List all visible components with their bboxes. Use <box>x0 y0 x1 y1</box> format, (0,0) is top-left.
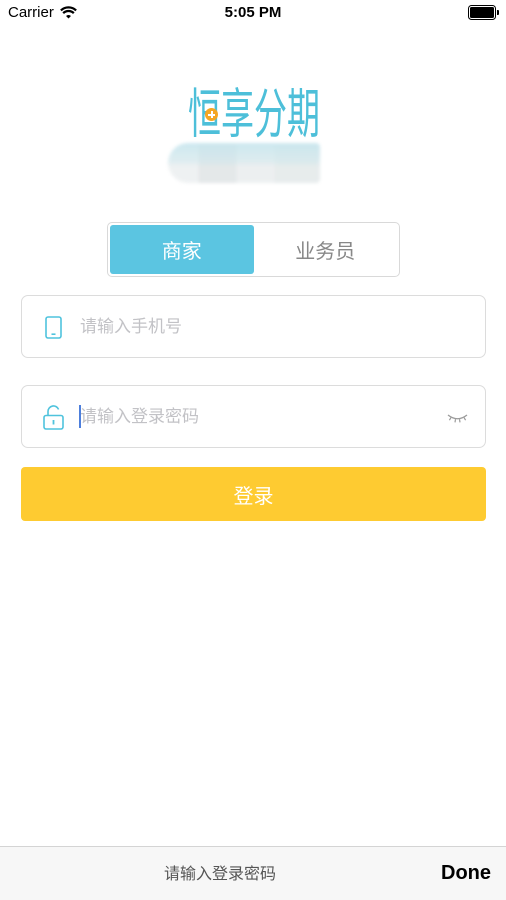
text-caret <box>79 405 81 428</box>
password-field <box>21 385 486 448</box>
status-bar: Carrier 5:05 PM <box>0 0 506 26</box>
app-logo: 恒享分期 <box>186 86 326 146</box>
done-button[interactable]: Done <box>441 847 491 900</box>
logo-subtitle-obscured <box>168 143 320 183</box>
phone-field <box>21 295 486 358</box>
password-input[interactable] <box>80 386 430 447</box>
role-segmented-control: 商家 业务员 <box>107 222 400 277</box>
eye-closed-icon[interactable] <box>447 411 468 423</box>
battery-icon <box>468 5 499 20</box>
phone-icon <box>45 316 62 339</box>
clock: 5:05 PM <box>224 4 282 21</box>
tab-merchant[interactable]: 商家 <box>110 225 254 274</box>
keyboard-toolbar-hint: 请输入登录密码 <box>163 864 276 883</box>
unlock-icon <box>43 405 64 430</box>
login-button[interactable]: 登录 <box>21 467 486 521</box>
tab-salesperson[interactable]: 业务员 <box>254 225 398 274</box>
phone-input[interactable] <box>80 296 430 357</box>
keyboard-toolbar: 请输入登录密码 Done <box>0 846 506 900</box>
logo-plus-icon <box>205 108 218 121</box>
